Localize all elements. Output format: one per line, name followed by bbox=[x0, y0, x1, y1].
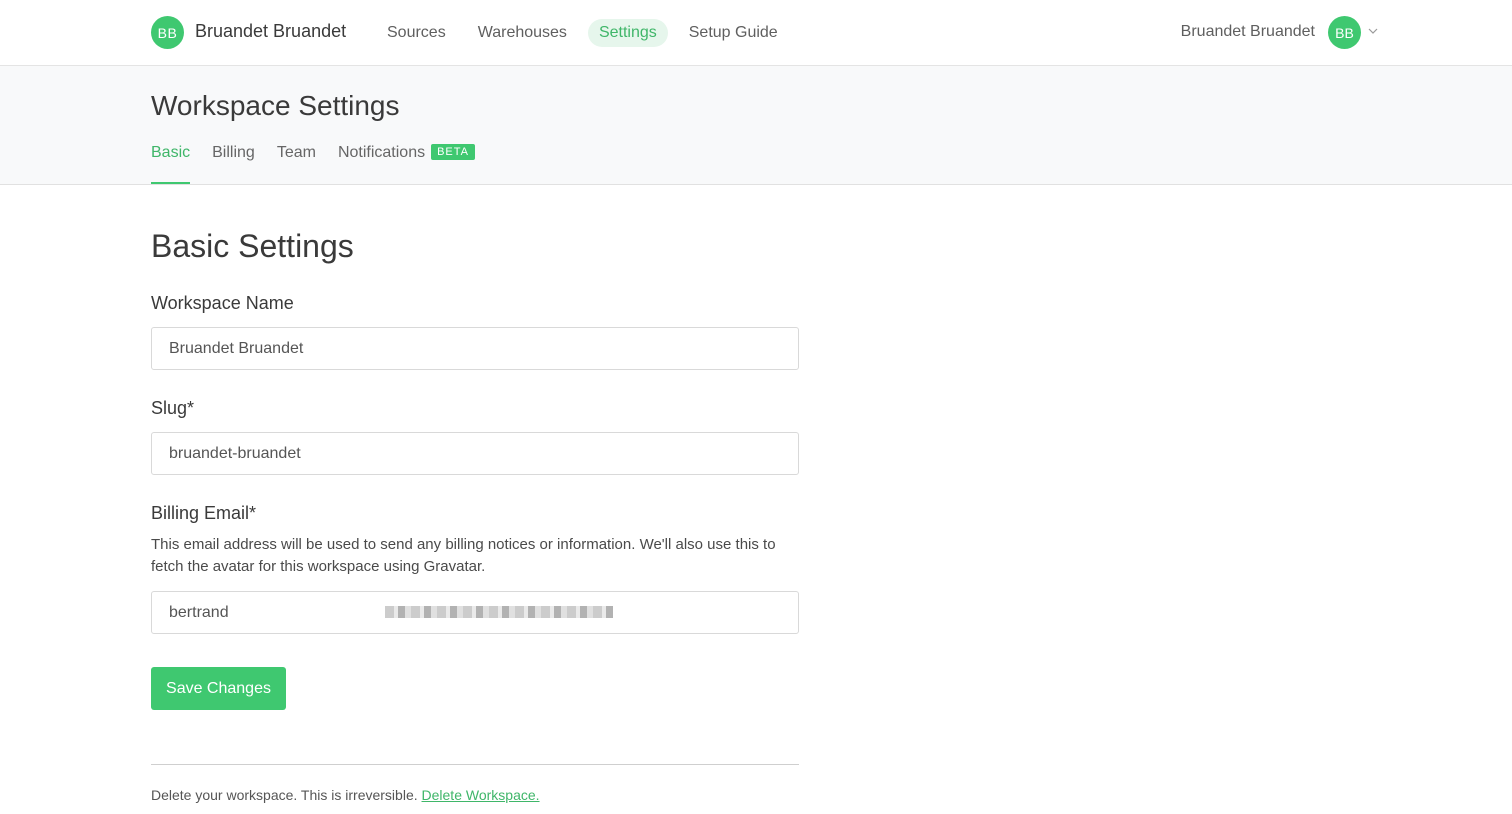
tab-billing[interactable]: Billing bbox=[212, 144, 255, 183]
workspace-name-input[interactable] bbox=[151, 327, 799, 370]
tab-notifications-label: Notifications bbox=[337, 144, 426, 161]
main-nav: Sources Warehouses Settings Setup Guide bbox=[376, 19, 799, 47]
beta-badge: BETA bbox=[431, 144, 476, 160]
slug-label: Slug* bbox=[151, 398, 195, 418]
tab-basic[interactable]: Basic bbox=[151, 144, 191, 184]
delete-workspace-link[interactable]: Delete Workspace. bbox=[422, 787, 540, 803]
tab-notifications[interactable]: Notifications BETA bbox=[337, 144, 476, 183]
page-title: Workspace Settings bbox=[151, 90, 400, 121]
billing-email-description: This email address will be used to send … bbox=[151, 536, 776, 575]
settings-header: Workspace Settings Basic Billing Team No… bbox=[0, 66, 1512, 185]
delete-workspace-text: Delete your workspace. This is irreversi… bbox=[151, 787, 418, 803]
chevron-down-icon[interactable] bbox=[1368, 26, 1378, 36]
nav-sources[interactable]: Sources bbox=[376, 19, 457, 47]
nav-settings[interactable]: Settings bbox=[587, 19, 668, 47]
slug-input[interactable] bbox=[151, 432, 799, 475]
user-name[interactable]: Bruandet Bruandet bbox=[1181, 23, 1315, 41]
divider bbox=[151, 764, 799, 765]
settings-tabs: Basic Billing Team Notifications BETA bbox=[151, 144, 497, 184]
basic-settings-form: Basic Settings Workspace Name Slug* Bill… bbox=[151, 228, 799, 803]
delete-workspace-row: Delete your workspace. This is irreversi… bbox=[151, 787, 799, 803]
redacted-email-blur bbox=[385, 606, 613, 618]
nav-warehouses[interactable]: Warehouses bbox=[467, 19, 578, 47]
workspace-name[interactable]: Bruandet Bruandet bbox=[195, 21, 346, 42]
section-title: Basic Settings bbox=[151, 228, 354, 264]
billing-email-wrapper bbox=[151, 591, 799, 634]
save-changes-button[interactable]: Save Changes bbox=[151, 667, 286, 710]
workspace-name-label: Workspace Name bbox=[151, 293, 294, 313]
top-navigation: BB Bruandet Bruandet Sources Warehouses … bbox=[0, 0, 1512, 66]
workspace-avatar[interactable]: BB bbox=[151, 16, 184, 49]
nav-setup-guide[interactable]: Setup Guide bbox=[678, 19, 789, 47]
user-avatar[interactable]: BB bbox=[1328, 16, 1361, 49]
billing-email-label: Billing Email* bbox=[151, 503, 257, 523]
tab-team[interactable]: Team bbox=[277, 144, 316, 183]
